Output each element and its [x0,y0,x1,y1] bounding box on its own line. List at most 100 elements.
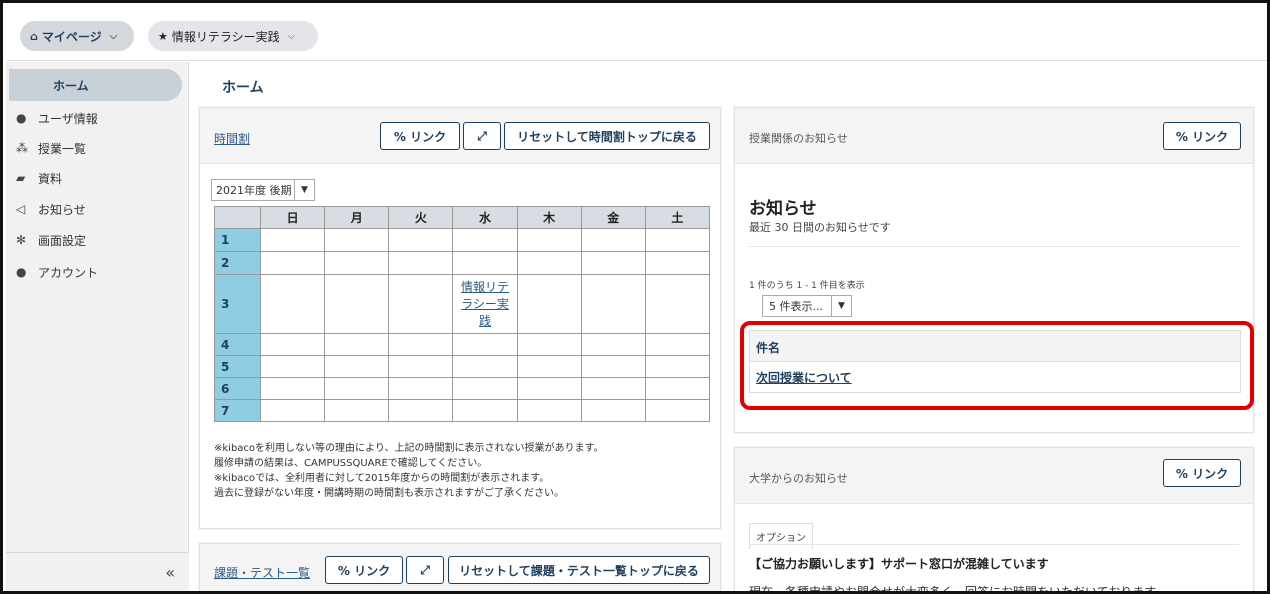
timetable-link-button[interactable]: % リンク [380,122,460,150]
timetable-cell: 情報リテラシー実践 [452,274,518,334]
caret-down-icon: ▼ [294,180,314,200]
timetable-cell [644,333,711,356]
timetable-cell [644,251,711,275]
tasks-card-header: 課題・テスト一覧 % リンク ⤢ リセットして課題・テスト一覧トップに戻る [200,544,720,591]
page-title: ホーム [222,80,264,96]
timetable-cell [388,228,454,252]
class-notices-label: 授業関係のお知らせ [749,132,848,145]
sidebar-item-materials[interactable]: ▰ 資料 [16,167,62,189]
sidebar-item-account[interactable]: ● アカウント [16,261,98,283]
timetable-title-link[interactable]: 時間割 [214,130,250,147]
users-icon: ⁂ [16,141,28,155]
timetable-card-header: 時間割 % リンク ⤢ リセットして時間割トップに戻る [200,108,720,164]
term-select[interactable]: 2021年度 後期 ▼ [211,179,315,201]
timetable-cell [516,377,582,400]
timetable-cell [516,399,582,422]
course-menu[interactable]: ★ 情報リテラシー実践 ⌵ [148,21,318,51]
timetable-cell [452,355,518,378]
table-row: 次回授業について [750,362,1240,392]
sidebar-item-home[interactable]: ホーム [9,69,182,101]
option-tab[interactable]: オプション [749,523,813,549]
day-header: 月 [324,206,390,229]
timetable-cell [452,377,518,400]
timetable-cell [324,251,390,275]
timetable-cell [580,355,646,378]
day-header: 火 [388,206,454,229]
tasks-reset-button[interactable]: リセットして課題・テスト一覧トップに戻る [448,556,710,584]
timetable-cell [580,377,646,400]
univ-notice-title[interactable]: 【ご協力お願いします】サポート窓口が混雑しています [749,555,1049,572]
expand-icon[interactable]: ⤢ [463,122,501,150]
timetable-cell [388,399,454,422]
timetable-cell [324,355,390,378]
tasks-link-button[interactable]: % リンク [325,556,403,584]
timetable-row: 1 [213,228,711,252]
timetable-cell [452,399,518,422]
timetable-cell [260,228,326,252]
sidebar-item-label: お知らせ [38,202,86,217]
univ-notices-header: 大学からのお知らせ % リンク [735,448,1253,504]
timetable-cell [644,274,711,334]
tasks-title-link[interactable]: 課題・テスト一覧 [214,564,310,581]
timetable-reset-button[interactable]: リセットして時間割トップに戻る [504,122,710,150]
page-size-select[interactable]: 5 件表示... ▼ [762,295,852,317]
class-notices-link-button[interactable]: % リンク [1163,122,1241,150]
timetable-corner [213,206,262,229]
timetable-cell [516,228,582,252]
period-cell: 7 [213,399,262,422]
timetable-cell [260,355,326,378]
mypage-menu[interactable]: ⌂ マイページ ⌵ [20,21,134,51]
notice-link[interactable]: 次回授業について [756,371,852,385]
timetable-note: 履修申請の結果は、CAMPUSSQUAREで確認してください。 [214,458,488,469]
timetable-row: 5 [213,355,711,378]
term-select-value: 2021年度 後期 [216,184,292,197]
class-notices-header: 授業関係のお知らせ % リンク [735,108,1253,164]
timetable-cell [388,274,454,334]
sidebar-item-label: 資料 [38,171,63,186]
timetable-cell [324,333,390,356]
timetable-cell [324,274,390,334]
timetable-cell [452,251,518,275]
timetable-cell [516,333,582,356]
sidebar-item-display-settings[interactable]: ✻ 画面設定 [16,229,86,251]
chevron-down-icon: ⌵ [109,30,118,42]
timetable-cell [516,251,582,275]
timetable-cell [452,228,518,252]
univ-notice-body: 現在、各種申請やお問合せが大変多く、回答にお時間をいただいております。 [749,585,1168,594]
univ-notices-card: 大学からのお知らせ % リンク オプション 【ご協力お願いします】サポート窓口が… [734,447,1254,594]
sidebar: ホーム ● ユーザ情報 ⁂ 授業一覧 ▰ 資料 ◁ お知らせ ✻ 画面設定 ● … [6,62,189,591]
timetable-cell [388,355,454,378]
user-icon: ● [16,111,27,125]
notices-heading: お知らせ [749,199,817,219]
timetable-note: ※kibacoでは、全利用者に対して2015年度からの時間割が表示されます。 [214,473,550,484]
univ-notices-link-button[interactable]: % リンク [1163,459,1241,487]
sidebar-item-label: ホーム [53,78,89,93]
timetable-cell [324,399,390,422]
timetable-row: 7 [213,399,711,422]
notices-column-header: 件名 [750,331,1240,362]
sidebar-item-label: アカウント [38,265,99,280]
timetable-cell [644,228,711,252]
expand-icon[interactable]: ⤢ [406,556,444,584]
gear-icon: ✻ [16,233,27,247]
sidebar-item-notices[interactable]: ◁ お知らせ [16,198,86,220]
course-link[interactable]: 情報リテラシー実践 [461,280,509,328]
timetable-row: 3 情報リテラシー実践 [213,274,711,334]
sidebar-item-courses[interactable]: ⁂ 授業一覧 [16,137,86,159]
period-cell: 4 [213,333,262,356]
sidebar-item-label: ユーザ情報 [38,111,98,126]
collapse-sidebar-icon[interactable]: « [165,563,175,582]
univ-notices-label: 大学からのお知らせ [749,472,848,485]
sidebar-collapse-bar: « [6,552,189,591]
timetable-note: ※kibacoを利用しない等の理由により、上記の時間割に表示されない授業がありま… [214,443,604,454]
page-size-value: 5 件表示... [769,300,823,313]
timetable-cell [260,251,326,275]
period-cell: 2 [213,251,262,275]
timetable-cell [580,274,646,334]
timetable-cell [580,228,646,252]
sidebar-item-user-info[interactable]: ● ユーザ情報 [16,107,98,129]
user-icon: ● [16,265,27,279]
day-header: 金 [580,206,646,229]
timetable-notes: ※kibacoを利用しない等の理由により、上記の時間割に表示されない授業がありま… [214,441,603,501]
period-cell: 3 [213,274,262,334]
